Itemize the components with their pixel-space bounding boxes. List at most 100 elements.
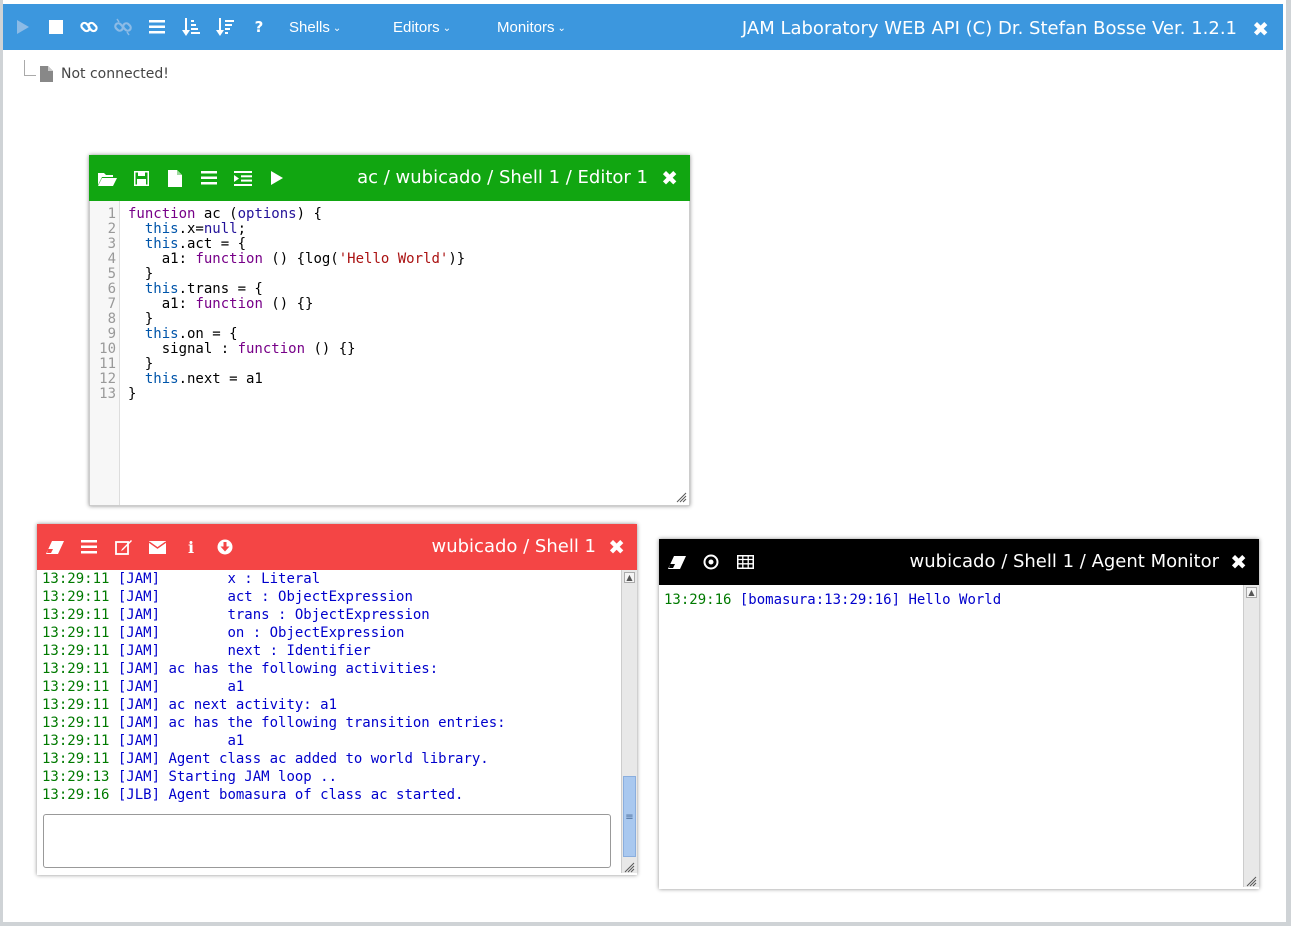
stop-icon[interactable] <box>43 4 69 50</box>
editor-window: ac / wubicado / Shell 1 / Editor 1 ✖ 1 fu… <box>89 155 690 506</box>
chevron-down-icon: ⌄ <box>442 22 452 34</box>
code-line: 4 a1: function () {log('Hello World')} <box>90 252 689 267</box>
code-line: 1 function ac (options) { <box>90 207 689 222</box>
app-title: JAM Laboratory WEB API (C) Dr. Stefan Bo… <box>741 18 1237 39</box>
table-icon[interactable] <box>732 539 758 585</box>
monitor-title: wubicado / Shell 1 / Agent Monitor <box>909 551 1219 572</box>
shell-output: 13:29:11 [JAM] x : Literal 13:29:11 [JAM… <box>37 570 621 803</box>
code-line: 9 this.on = { <box>90 327 689 342</box>
close-icon[interactable]: ✖ <box>608 535 625 559</box>
code-line: 13} <box>90 387 689 402</box>
agent-monitor-window: wubicado / Shell 1 / Agent Monitor ✖ 13:… <box>659 539 1259 889</box>
log-line: 13:29:16 [JLB] Agent bomasura of class a… <box>42 787 464 803</box>
top-toolbar: ? Shells ⌄ Editors ⌄ Monitors ⌄ JAM Laborat… <box>3 4 1283 50</box>
monitor-output: 13:29:16 [bomasura:13:29:16] Hello World <box>659 585 1243 889</box>
resize-grip-icon[interactable] <box>676 492 687 503</box>
monitor-scrollbar[interactable]: ▲ <box>1243 585 1259 887</box>
monitor-header: wubicado / Shell 1 / Agent Monitor ✖ <box>659 539 1259 585</box>
unlink-icon[interactable] <box>110 4 136 50</box>
indent-icon[interactable] <box>230 155 256 201</box>
code-line: 12 this.next = a1 <box>90 372 689 387</box>
eraser-icon[interactable] <box>664 539 690 585</box>
line-number: 12 <box>99 371 116 387</box>
chevron-down-icon: ⌄ <box>557 22 566 34</box>
log-line: 13:29:11 [JAM] ac has the following acti… <box>42 661 439 677</box>
close-icon[interactable]: ✖ <box>1230 550 1247 574</box>
log-line: 13:29:11 [JAM] ac has the following tran… <box>42 715 506 731</box>
line-number: 1 <box>107 206 116 222</box>
line-number: 4 <box>107 251 116 267</box>
menu-shells[interactable]: Shells ⌄ <box>289 19 341 36</box>
edit-icon[interactable] <box>110 524 136 570</box>
play-icon[interactable] <box>10 4 36 50</box>
new-file-icon[interactable] <box>162 155 188 201</box>
code-line: 7 a1: function () {} <box>90 297 689 312</box>
list-icon[interactable] <box>76 524 102 570</box>
log-line: 13:29:13 [JAM] Starting JAM loop .. <box>42 769 338 785</box>
code-line: 2 this.x=null; <box>90 222 689 237</box>
file-icon <box>40 66 53 86</box>
log-line: 13:29:11 [JAM] ac next activity: a1 <box>42 697 338 713</box>
folder-open-icon[interactable] <box>94 155 120 201</box>
scroll-thumb[interactable]: ≡ <box>623 776 636 857</box>
info-icon[interactable]: i <box>178 524 204 570</box>
menu-editors[interactable]: Editors ⌄ <box>393 19 451 36</box>
close-icon[interactable]: ✖ <box>1252 17 1269 41</box>
tree-connector <box>24 60 36 76</box>
log-line: 13:29:11 [JAM] x : Literal <box>42 571 321 587</box>
download-icon[interactable] <box>212 524 238 570</box>
code-line: 6 this.trans = { <box>90 282 689 297</box>
line-number: 11 <box>99 356 116 372</box>
menu-monitors-label: Monitors <box>497 19 555 36</box>
list-icon[interactable] <box>144 4 170 50</box>
menu-shells-label: Shells <box>289 19 330 36</box>
line-number: 5 <box>107 266 116 282</box>
scroll-up-icon[interactable]: ▲ <box>1246 587 1257 598</box>
editor-header: ac / wubicado / Shell 1 / Editor 1 ✖ <box>89 155 690 201</box>
connection-status: Not connected! <box>61 66 169 82</box>
log-line: 13:29:11 [JAM] a1 <box>42 733 245 749</box>
log-line: 13:29:16 [bomasura:13:29:16] Hello World <box>664 592 1002 608</box>
save-icon[interactable] <box>128 155 154 201</box>
resize-grip-icon[interactable] <box>624 862 635 873</box>
menu-monitors[interactable]: Monitors ⌄ <box>497 19 566 36</box>
line-number: 10 <box>99 341 116 357</box>
help-icon[interactable]: ? <box>246 4 272 50</box>
shell-title: wubicado / Shell 1 <box>431 536 596 557</box>
code-line: 5 } <box>90 267 689 282</box>
code-line: 10 signal : function () {} <box>90 342 689 357</box>
shell-window: i wubicado / Shell 1 ✖ 13:29:11 [JAM] x … <box>37 524 637 875</box>
chevron-down-icon: ⌄ <box>332 22 342 34</box>
sort-asc-icon[interactable] <box>178 4 204 50</box>
menu-editors-label: Editors <box>393 19 440 36</box>
envelope-icon[interactable] <box>144 524 170 570</box>
sort-desc-icon[interactable] <box>212 4 238 50</box>
line-number: 8 <box>107 311 116 327</box>
editor-title: ac / wubicado / Shell 1 / Editor 1 <box>357 167 648 188</box>
code-line: 3 this.act = { <box>90 237 689 252</box>
line-number: 9 <box>107 326 116 342</box>
log-line: 13:29:11 [JAM] act : ObjectExpression <box>42 589 413 605</box>
line-number: 2 <box>107 221 116 237</box>
list-icon[interactable] <box>196 155 222 201</box>
close-icon[interactable]: ✖ <box>661 166 678 190</box>
link-icon[interactable] <box>76 4 102 50</box>
eraser-icon[interactable] <box>42 524 68 570</box>
log-line: 13:29:11 [JAM] Agent class ac added to w… <box>42 751 489 767</box>
scroll-up-icon[interactable]: ▲ <box>624 572 635 583</box>
run-icon[interactable] <box>264 155 290 201</box>
log-line: 13:29:11 [JAM] trans : ObjectExpression <box>42 607 430 623</box>
code-line: 8 } <box>90 312 689 327</box>
line-number: 7 <box>107 296 116 312</box>
shell-command-input[interactable] <box>43 814 611 868</box>
log-line: 13:29:11 [JAM] on : ObjectExpression <box>42 625 405 641</box>
target-icon[interactable] <box>698 539 724 585</box>
log-line: 13:29:11 [JAM] a1 <box>42 679 245 695</box>
code-editor[interactable]: 1 function ac (options) { 2 this.x=null; … <box>89 201 690 506</box>
code-area[interactable]: 1 function ac (options) { 2 this.x=null; … <box>90 207 689 402</box>
shell-scrollbar[interactable]: ▲ ≡ <box>621 570 637 873</box>
resize-grip-icon[interactable] <box>1246 876 1257 887</box>
line-number: 3 <box>107 236 116 252</box>
code-line: 11 } <box>90 357 689 372</box>
shell-header: i wubicado / Shell 1 ✖ <box>37 524 637 570</box>
